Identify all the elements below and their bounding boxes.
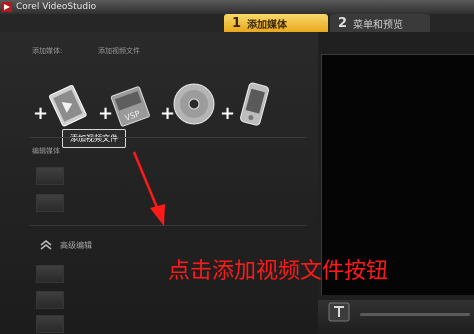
item-icon (36, 194, 64, 212)
tab-label: 菜单和预览 (353, 19, 404, 31)
tab-menu-and-preview[interactable]: 2 菜单和预览 (330, 14, 430, 32)
tab-label: 添加媒体 (247, 19, 288, 31)
add-media-label: 添加媒体: (32, 47, 63, 55)
divider (30, 137, 306, 138)
item-icon (36, 167, 64, 185)
advanced-edit-label[interactable]: 高级编辑 (60, 240, 92, 251)
item-icon (36, 291, 64, 309)
list-item[interactable] (36, 264, 74, 284)
chevron-up-icon[interactable] (40, 240, 52, 250)
app-title: Corel VideoStudio (16, 2, 97, 12)
title-text-icon[interactable] (328, 302, 350, 322)
step-number: 1 (232, 15, 242, 31)
list-item[interactable] (36, 166, 74, 186)
tooltip-add-video-file: 添加视频文件 (62, 129, 126, 148)
step-number: 2 (338, 15, 348, 31)
list-item[interactable] (36, 314, 74, 334)
list-item[interactable] (36, 290, 74, 310)
add-video-file-header: 添加视频文件 (98, 47, 140, 55)
add-video-file-icon[interactable] (42, 80, 98, 136)
item-icon (36, 265, 64, 283)
videostudio-logo-icon (2, 2, 12, 12)
list-item[interactable] (36, 193, 74, 213)
edit-media-label: 编辑媒体 (32, 147, 60, 155)
annotation-text: 点击添加视频文件按钮 (168, 259, 389, 284)
add-disc-icon[interactable] (166, 78, 222, 134)
item-icon (36, 315, 64, 333)
add-mobile-device-icon[interactable] (226, 78, 282, 134)
tab-add-media[interactable]: 1 添加媒体 (224, 14, 328, 32)
timeline-slider[interactable] (360, 313, 470, 316)
add-vsp-project-icon[interactable]: VSP (104, 80, 160, 136)
annotation-arrow-icon (132, 151, 165, 226)
